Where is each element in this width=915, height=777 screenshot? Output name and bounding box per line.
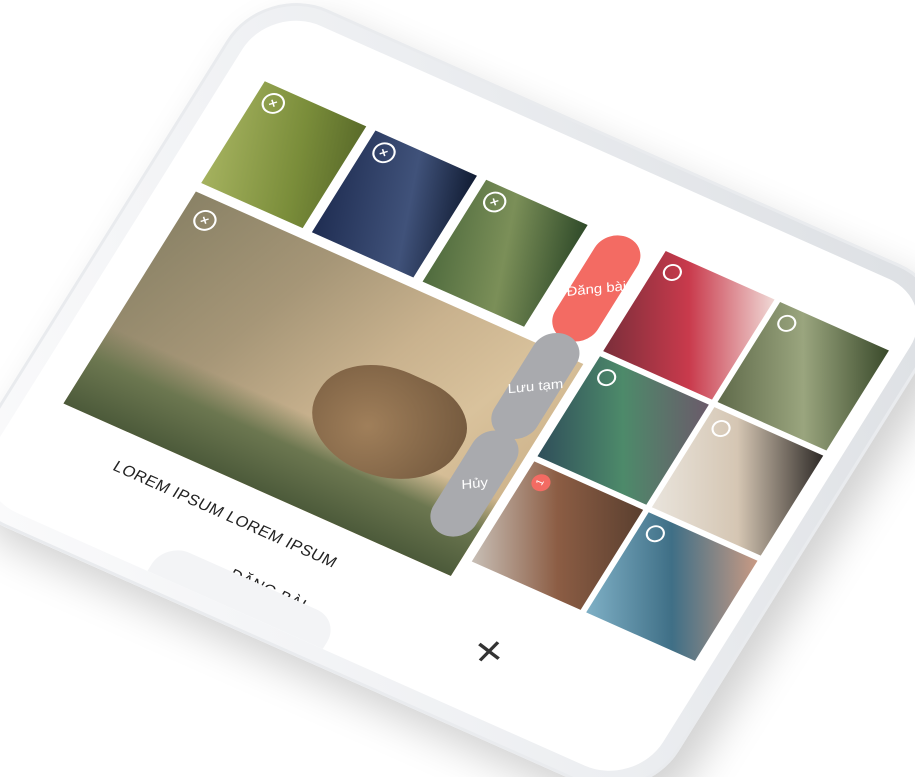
select-circle-icon[interactable] [773,312,800,335]
select-circle-icon[interactable] [659,261,686,284]
save-draft-button-label: Lưu tạm [507,375,564,397]
select-circle-icon[interactable] [642,522,669,546]
app-screen: ✕ ĐĂNG BÀI LOREM IPSUM LOREM IPSUM × × ×… [0,3,915,777]
select-circle-icon[interactable]: 1 [527,471,555,495]
remove-icon[interactable]: × [188,206,221,235]
stage: ✕ ĐĂNG BÀI LOREM IPSUM LOREM IPSUM × × ×… [0,0,915,777]
select-circle-icon[interactable] [707,417,735,440]
remove-icon[interactable]: × [478,188,511,216]
remove-icon[interactable]: × [257,89,290,118]
remove-icon[interactable]: × [368,138,400,167]
cancel-button-label: Hủy [460,474,489,493]
phone-frame: ✕ ĐĂNG BÀI LOREM IPSUM LOREM IPSUM × × ×… [0,0,915,777]
close-icon[interactable]: ✕ [470,633,507,671]
select-circle-icon[interactable] [593,366,620,389]
publish-button-label: Đăng bài [566,278,627,299]
